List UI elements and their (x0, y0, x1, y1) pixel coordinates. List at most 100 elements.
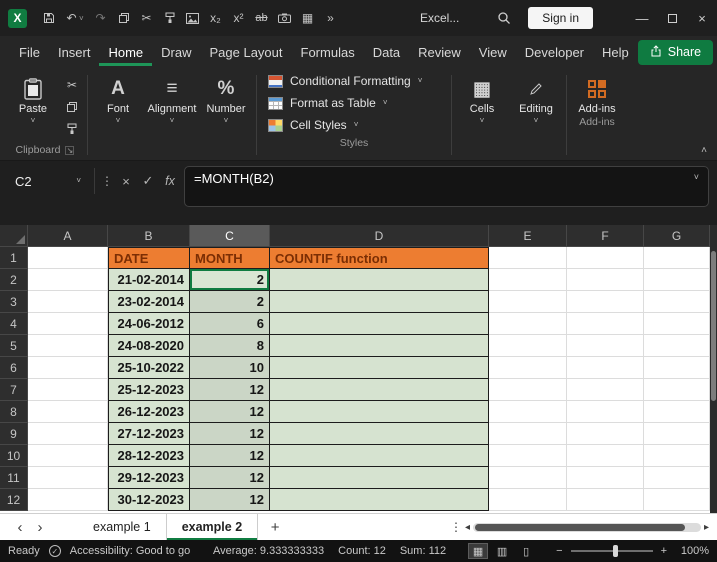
row-header-7[interactable]: 7 (0, 379, 28, 401)
insert-function-button[interactable]: fx (160, 169, 180, 193)
previous-sheet-icon[interactable]: ‹ (10, 519, 30, 536)
cell-E4[interactable] (489, 313, 567, 335)
cell-F12[interactable] (567, 489, 644, 511)
cell-C2[interactable]: 2 (190, 269, 270, 291)
ribbon-tab-data[interactable]: Data (364, 38, 409, 66)
ribbon-tab-help[interactable]: Help (593, 38, 638, 66)
expand-formula-bar-icon[interactable]: ˅ (694, 172, 699, 182)
cell-G7[interactable] (644, 379, 710, 401)
accessibility-status[interactable]: Accessibility: Good to go (70, 545, 190, 557)
cell-A2[interactable] (28, 269, 108, 291)
cell-D4[interactable] (270, 313, 489, 335)
zoom-level[interactable]: 100% (675, 545, 709, 557)
format-painter-button[interactable] (60, 120, 84, 138)
cell-G10[interactable] (644, 445, 710, 467)
vertical-scrollbar-thumb[interactable] (711, 251, 716, 401)
next-sheet-icon[interactable]: › (30, 519, 50, 536)
editing-menu-button[interactable]: Editing ˅ (509, 70, 563, 160)
cell-F1[interactable] (567, 247, 644, 269)
tab-bar-options-icon[interactable]: ⋮ (447, 520, 465, 534)
horizontal-scrollbar-thumb[interactable] (475, 524, 685, 531)
cell-B3[interactable]: 23-02-2014 (108, 291, 190, 313)
cell-D9[interactable] (270, 423, 489, 445)
cell-B11[interactable]: 29-12-2023 (108, 467, 190, 489)
cell-B12[interactable]: 30-12-2023 (108, 489, 190, 511)
cell-A11[interactable] (28, 467, 108, 489)
column-header-E[interactable]: E (489, 225, 567, 247)
cell-B10[interactable]: 28-12-2023 (108, 445, 190, 467)
camera-icon[interactable] (273, 6, 296, 30)
redo-icon[interactable]: ↷ (89, 6, 112, 30)
column-header-A[interactable]: A (28, 225, 108, 247)
row-header-2[interactable]: 2 (0, 269, 28, 291)
format-as-table-button[interactable]: Format as Table ˅ (260, 92, 448, 114)
cell-F11[interactable] (567, 467, 644, 489)
cell-C7[interactable]: 12 (190, 379, 270, 401)
row-header-6[interactable]: 6 (0, 357, 28, 379)
cell-D5[interactable] (270, 335, 489, 357)
scroll-left-icon[interactable]: ◂ (465, 522, 470, 533)
row-header-11[interactable]: 11 (0, 467, 28, 489)
cell-C6[interactable]: 10 (190, 357, 270, 379)
cell-F7[interactable] (567, 379, 644, 401)
column-header-B[interactable]: B (108, 225, 190, 247)
name-box[interactable]: C2 ˅ (8, 169, 88, 193)
more-commands-icon[interactable]: » (319, 6, 342, 30)
number-menu-button[interactable]: % Number ˅ (199, 70, 253, 160)
row-header-9[interactable]: 9 (0, 423, 28, 445)
cell-C10[interactable]: 12 (190, 445, 270, 467)
cell-A4[interactable] (28, 313, 108, 335)
table-icon[interactable]: ▦ (296, 6, 319, 30)
cell-F4[interactable] (567, 313, 644, 335)
cell-G6[interactable] (644, 357, 710, 379)
row-header-10[interactable]: 10 (0, 445, 28, 467)
strikethrough-icon[interactable]: ab (250, 6, 273, 30)
cell-F10[interactable] (567, 445, 644, 467)
row-header-4[interactable]: 4 (0, 313, 28, 335)
cell-B2[interactable]: 21-02-2014 (108, 269, 190, 291)
row-header-1[interactable]: 1 (0, 247, 28, 269)
cell-D1[interactable]: COUNTIF function (270, 247, 489, 269)
cell-B7[interactable]: 25-12-2023 (108, 379, 190, 401)
cell-F8[interactable] (567, 401, 644, 423)
ribbon-tab-page-layout[interactable]: Page Layout (201, 38, 292, 66)
cell-E1[interactable] (489, 247, 567, 269)
normal-view-button[interactable]: ▦ (468, 543, 488, 559)
select-all-button[interactable] (0, 225, 28, 247)
cell-E8[interactable] (489, 401, 567, 423)
column-header-C[interactable]: C (190, 225, 270, 247)
cell-E6[interactable] (489, 357, 567, 379)
cell-F6[interactable] (567, 357, 644, 379)
share-button[interactable]: Share (638, 40, 713, 65)
superscript-icon[interactable]: x² (227, 6, 250, 30)
new-sheet-button[interactable]: + (258, 519, 292, 536)
row-header-3[interactable]: 3 (0, 291, 28, 313)
cell-C8[interactable]: 12 (190, 401, 270, 423)
cell-B4[interactable]: 24-06-2012 (108, 313, 190, 335)
cell-A9[interactable] (28, 423, 108, 445)
vertical-scrollbar[interactable] (710, 225, 717, 513)
cell-F2[interactable] (567, 269, 644, 291)
cell-A10[interactable] (28, 445, 108, 467)
cell-C5[interactable]: 8 (190, 335, 270, 357)
maximize-button[interactable] (657, 0, 687, 36)
cell-E10[interactable] (489, 445, 567, 467)
zoom-slider-thumb[interactable] (613, 545, 618, 557)
row-header-8[interactable]: 8 (0, 401, 28, 423)
zoom-slider[interactable] (571, 550, 653, 552)
cell-D10[interactable] (270, 445, 489, 467)
cell-D2[interactable] (270, 269, 489, 291)
close-button[interactable]: × (687, 0, 717, 36)
cell-B9[interactable]: 27-12-2023 (108, 423, 190, 445)
cell-C11[interactable]: 12 (190, 467, 270, 489)
sign-in-button[interactable]: Sign in (528, 7, 593, 29)
cell-G5[interactable] (644, 335, 710, 357)
ribbon-tab-draw[interactable]: Draw (152, 38, 200, 66)
cell-E12[interactable] (489, 489, 567, 511)
cell-G1[interactable] (644, 247, 710, 269)
cut-icon[interactable]: ✂ (135, 6, 158, 30)
cell-D6[interactable] (270, 357, 489, 379)
cell-B1[interactable]: DATE (108, 247, 190, 269)
cell-G11[interactable] (644, 467, 710, 489)
save-icon[interactable] (37, 6, 60, 30)
